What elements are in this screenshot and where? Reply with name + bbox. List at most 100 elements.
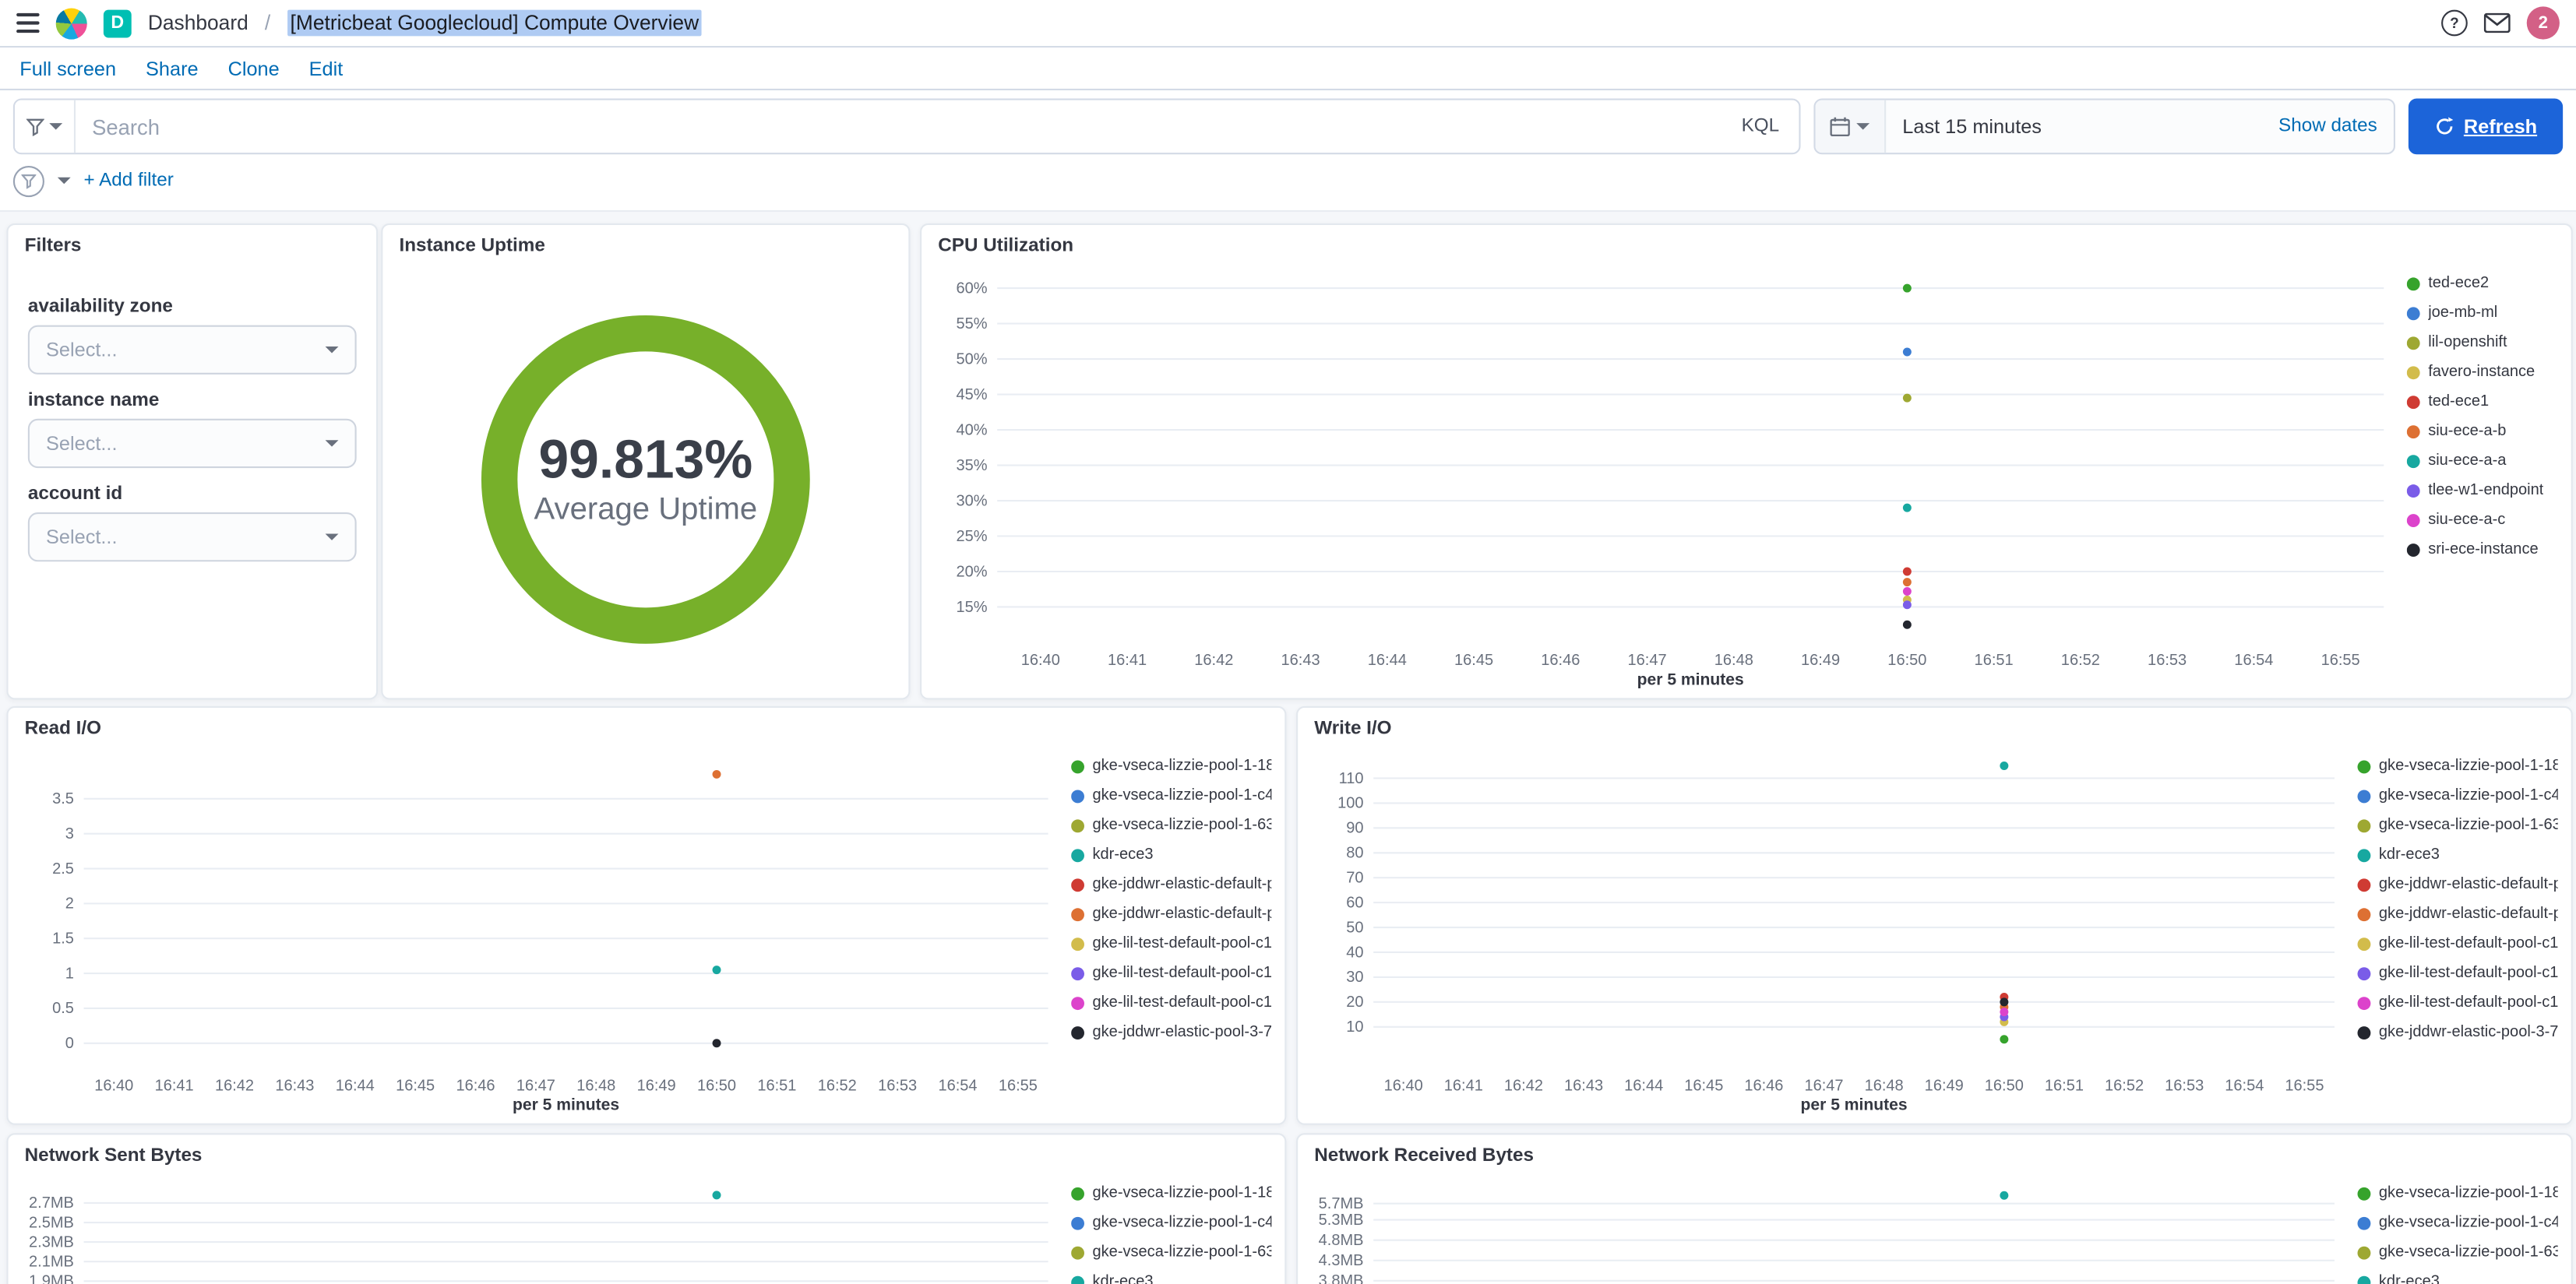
chart-legend: gke-vseca-lizzie-pool-1-1877... gke-vseca… bbox=[2357, 744, 2558, 1120]
help-icon[interactable]: ? bbox=[2441, 9, 2468, 37]
svg-text:45%: 45% bbox=[956, 386, 987, 403]
legend-item[interactable]: gke-lil-test-default-pool-c1e... bbox=[1071, 964, 1271, 982]
legend-item[interactable]: siu-ece-a-a bbox=[2406, 452, 2558, 470]
legend-item[interactable]: siu-ece-a-b bbox=[2406, 422, 2558, 440]
legend-dot bbox=[1071, 878, 1084, 892]
svg-text:2.7MB: 2.7MB bbox=[29, 1194, 74, 1212]
legend-label: gke-vseca-lizzie-pool-1-c417... bbox=[1092, 786, 1272, 805]
fullscreen-link[interactable]: Full screen bbox=[19, 57, 116, 80]
legend-item[interactable]: gke-vseca-lizzie-pool-1-1877... bbox=[2357, 1184, 2558, 1202]
legend-item[interactable]: gke-lil-test-default-pool-c1e... bbox=[2357, 994, 2558, 1011]
legend-item[interactable]: joe-mb-ml bbox=[2406, 304, 2558, 322]
legend-item[interactable]: gke-vseca-lizzie-pool-1-1877... bbox=[2357, 757, 2558, 775]
legend-item[interactable]: gke-lil-test-default-pool-c1e... bbox=[2357, 964, 2558, 982]
legend-item[interactable]: gke-vseca-lizzie-pool-1-c417... bbox=[1071, 1214, 1271, 1232]
svg-text:15%: 15% bbox=[956, 599, 987, 616]
legend-item[interactable]: sri-ece-instance bbox=[2406, 540, 2558, 558]
svg-text:16:41: 16:41 bbox=[1444, 1077, 1483, 1094]
legend-item[interactable]: gke-jddwr-elastic-pool-3-74... bbox=[1071, 1023, 1271, 1041]
breadcrumb-dashboard[interactable]: Dashboard bbox=[148, 12, 248, 35]
legend-item[interactable]: ted-ece1 bbox=[2406, 392, 2558, 411]
svg-text:70: 70 bbox=[1346, 870, 1363, 887]
filter-options-button[interactable] bbox=[12, 164, 44, 197]
legend-item[interactable]: kdr-ece3 bbox=[2357, 846, 2558, 864]
legend-item[interactable]: gke-lil-test-default-pool-c1e... bbox=[1071, 934, 1271, 952]
svg-text:20: 20 bbox=[1346, 994, 1363, 1011]
legend-item[interactable]: gke-vseca-lizzie-pool-1-630... bbox=[1071, 816, 1271, 834]
legend-item[interactable]: gke-vseca-lizzie-pool-1-630... bbox=[2357, 816, 2558, 835]
kql-toggle[interactable]: KQL bbox=[1721, 117, 1799, 136]
legend-label: favero-instance bbox=[2428, 363, 2535, 382]
search-input[interactable] bbox=[76, 114, 1722, 139]
legend-label: gke-vseca-lizzie-pool-1-1877... bbox=[1092, 757, 1272, 776]
svg-text:60%: 60% bbox=[956, 280, 987, 297]
user-avatar[interactable]: 2 bbox=[2526, 6, 2560, 40]
svg-text:5.7MB: 5.7MB bbox=[1319, 1195, 1364, 1212]
legend-label: gke-jddwr-elastic-default-po... bbox=[2378, 905, 2558, 923]
select-placeholder: Select... bbox=[46, 525, 118, 549]
legend-item[interactable]: tlee-w1-endpoint bbox=[2406, 481, 2558, 499]
clone-link[interactable]: Clone bbox=[228, 57, 280, 80]
chevron-down-icon bbox=[325, 347, 339, 354]
legend-item[interactable]: gke-vseca-lizzie-pool-1-c417... bbox=[2357, 1214, 2558, 1232]
legend-item[interactable]: gke-vseca-lizzie-pool-1-630... bbox=[2357, 1243, 2558, 1261]
legend-label: gke-vseca-lizzie-pool-1-630... bbox=[2378, 816, 2558, 835]
legend-label: ted-ece2 bbox=[2428, 274, 2490, 293]
legend-dot bbox=[1071, 1245, 1084, 1259]
svg-text:16:50: 16:50 bbox=[1985, 1077, 2024, 1094]
legend-item[interactable]: kdr-ece3 bbox=[1071, 1273, 1271, 1284]
chevron-down-icon[interactable] bbox=[57, 177, 71, 185]
network-sent-bytes-chart: 2.7MB2.5MB2.3MB2.1MB1.9MB1.7MB1.5MB16:40… bbox=[15, 1171, 1071, 1284]
legend-item[interactable]: gke-jddwr-elastic-default-po... bbox=[2357, 905, 2558, 923]
elastic-logo-icon[interactable] bbox=[55, 7, 87, 39]
legend-label: kdr-ece3 bbox=[1092, 846, 1154, 864]
legend-item[interactable]: kdr-ece3 bbox=[1071, 846, 1271, 864]
select-placeholder: Select... bbox=[46, 431, 118, 456]
instance-name-select[interactable]: Select... bbox=[27, 418, 357, 469]
legend-item[interactable]: gke-jddwr-elastic-default-po... bbox=[1071, 905, 1271, 923]
legend-item[interactable]: gke-vseca-lizzie-pool-1-c417... bbox=[1071, 786, 1271, 804]
calendar-menu-button[interactable] bbox=[1815, 100, 1887, 153]
mail-icon[interactable] bbox=[2483, 12, 2511, 33]
search-box: KQL bbox=[12, 98, 1801, 155]
legend-item[interactable]: gke-vseca-lizzie-pool-1-1877... bbox=[1071, 757, 1271, 775]
saved-query-menu-button[interactable] bbox=[14, 100, 76, 153]
svg-text:0: 0 bbox=[65, 1035, 74, 1052]
legend-item[interactable]: gke-vseca-lizzie-pool-1-c417... bbox=[2357, 786, 2558, 804]
legend-item[interactable]: gke-jddwr-elastic-pool-3-74... bbox=[2357, 1023, 2558, 1041]
refresh-button[interactable]: Refresh bbox=[2408, 98, 2564, 155]
legend-item[interactable]: favero-instance bbox=[2406, 363, 2558, 382]
availability-zone-select[interactable]: Select... bbox=[27, 325, 357, 375]
svg-text:16:44: 16:44 bbox=[336, 1077, 375, 1094]
legend-item[interactable]: gke-vseca-lizzie-pool-1-630... bbox=[1071, 1244, 1271, 1261]
legend-label: gke-lil-test-default-pool-c1e... bbox=[1092, 964, 1272, 983]
legend-item[interactable]: gke-lil-test-default-pool-c1e... bbox=[2357, 934, 2558, 952]
account-id-select[interactable]: Select... bbox=[27, 512, 357, 562]
svg-text:16:45: 16:45 bbox=[1454, 652, 1493, 669]
legend-item[interactable]: gke-jddwr-elastic-default-po... bbox=[1071, 875, 1271, 893]
network-received-bytes-panel: Network Received Bytes 5.7MB 5.3MB 4.8MB 4.… bbox=[1296, 1133, 2573, 1284]
svg-text:55%: 55% bbox=[956, 315, 987, 332]
hamburger-menu-icon[interactable] bbox=[16, 12, 40, 33]
legend-item[interactable]: gke-jddwr-elastic-default-po... bbox=[2357, 875, 2558, 893]
svg-text:16:40: 16:40 bbox=[94, 1077, 133, 1094]
svg-text:per 5 minutes: per 5 minutes bbox=[1801, 1096, 1908, 1114]
legend-label: siu-ece-a-c bbox=[2428, 510, 2506, 529]
svg-text:16:53: 16:53 bbox=[2165, 1077, 2204, 1094]
add-filter-link[interactable]: + Add filter bbox=[84, 171, 174, 190]
svg-text:5.3MB: 5.3MB bbox=[1319, 1212, 1364, 1229]
legend-item[interactable]: siu-ece-a-c bbox=[2406, 510, 2558, 529]
edit-link[interactable]: Edit bbox=[309, 57, 344, 80]
show-dates-link[interactable]: Show dates bbox=[2262, 117, 2394, 136]
time-range-value[interactable]: Last 15 minutes bbox=[1886, 115, 2262, 139]
legend-item[interactable]: lil-openshift bbox=[2406, 333, 2558, 351]
panel-title: Network Received Bytes bbox=[1314, 1146, 1535, 1166]
legend-item[interactable]: gke-vseca-lizzie-pool-1-1877... bbox=[1071, 1184, 1271, 1202]
legend-label: ted-ece1 bbox=[2428, 392, 2490, 411]
legend-item[interactable]: kdr-ece3 bbox=[2357, 1273, 2558, 1284]
legend-item[interactable]: gke-lil-test-default-pool-c1e... bbox=[1071, 994, 1271, 1011]
share-link[interactable]: Share bbox=[146, 57, 199, 80]
svg-text:16:43: 16:43 bbox=[275, 1077, 314, 1094]
legend-item[interactable]: ted-ece2 bbox=[2406, 274, 2558, 293]
legend-label: gke-vseca-lizzie-pool-1-630... bbox=[2378, 1243, 2558, 1261]
